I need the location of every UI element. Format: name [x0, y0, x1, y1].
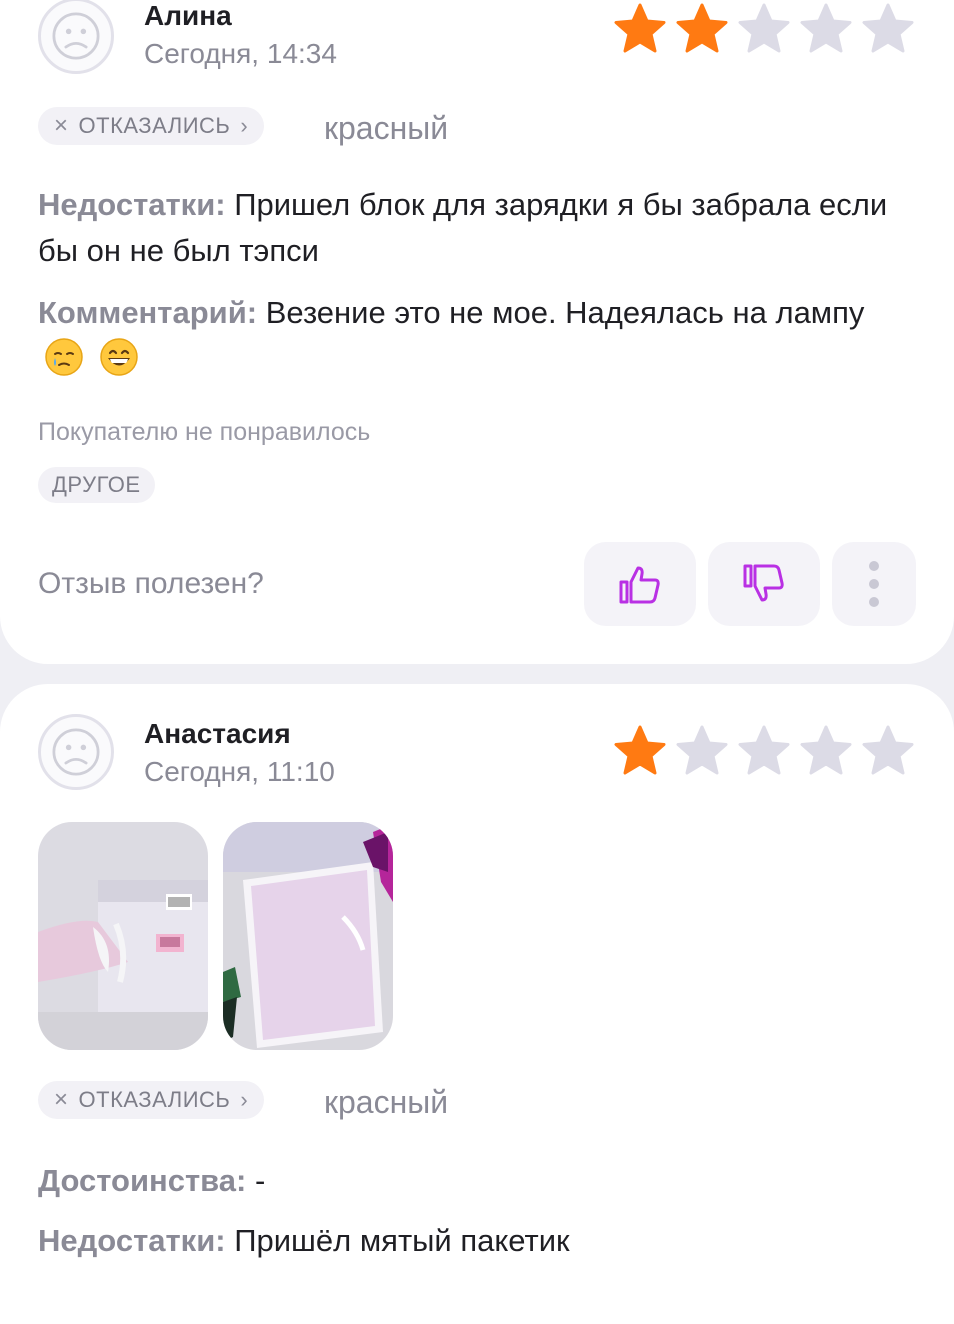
rating-stars	[612, 2, 916, 56]
star-icon	[676, 725, 728, 775]
comment-text: Везение это не мое. Надеялась на лампу	[265, 295, 865, 330]
cons-text: Пришёл мятый пакетик	[234, 1223, 570, 1258]
dislike-button[interactable]	[708, 542, 820, 626]
status-chip[interactable]: × ОТКАЗАЛИСЬ ›	[38, 1081, 265, 1119]
cons-label: Недостатки:	[38, 187, 226, 222]
chevron-right-icon: ›	[240, 1087, 249, 1112]
comment-block: Комментарий: Везение это не мое. Надеяла…	[38, 290, 918, 382]
star-icon	[738, 3, 790, 53]
cons-block: Недостатки: Пришел блок для зарядки я бы…	[38, 182, 918, 274]
like-button[interactable]	[584, 542, 696, 626]
pros-label: Достоинства:	[38, 1163, 247, 1198]
more-vertical-icon	[869, 561, 879, 607]
rating-stars	[612, 724, 916, 778]
thumbs-up-icon	[619, 566, 660, 604]
review-photo[interactable]	[223, 822, 393, 1050]
close-icon: ×	[54, 1086, 69, 1113]
status-label: ОТКАЗАЛИСЬ	[78, 113, 231, 138]
more-options-button[interactable]	[832, 542, 916, 626]
author-name: Алина	[144, 0, 232, 31]
variant-label: красный	[324, 1084, 449, 1120]
user-avatar-icon	[38, 714, 114, 790]
review-card: Алина Сегодня, 14:34 × ОТКАЗАЛИСЬ › крас…	[0, 0, 954, 664]
chevron-right-icon: ›	[240, 113, 249, 138]
close-icon: ×	[54, 112, 69, 139]
review-date: Сегодня, 11:10	[144, 756, 335, 787]
variant-label: красный	[324, 110, 449, 146]
thumbs-down-icon	[743, 564, 784, 602]
disliked-tag: ДРУГОЕ	[38, 467, 155, 503]
cons-label: Недостатки:	[38, 1223, 226, 1258]
pros-text: -	[254, 1163, 266, 1198]
user-avatar-icon	[38, 0, 114, 74]
comment-label: Комментарий:	[38, 295, 258, 330]
status-chip[interactable]: × ОТКАЗАЛИСЬ ›	[38, 107, 265, 145]
star-icon	[614, 3, 666, 53]
author-name: Анастасия	[144, 718, 291, 749]
star-icon	[614, 725, 666, 775]
cons-block: Недостатки: Пришёл мятый пакетик	[38, 1218, 918, 1264]
crying-face-emoji	[45, 338, 83, 376]
disliked-label: Покупателю не понравилось	[38, 418, 371, 446]
status-label: ОТКАЗАЛИСЬ	[78, 1087, 231, 1112]
star-icon	[862, 725, 914, 775]
review-photo[interactable]	[38, 822, 208, 1050]
star-icon	[676, 3, 728, 53]
star-icon	[800, 725, 852, 775]
star-icon	[862, 3, 914, 53]
star-icon	[800, 3, 852, 53]
review-card: Анастасия Сегодня, 11:10 × ОТКАЗАЛИСЬ › …	[0, 684, 954, 1324]
pros-block: Достоинства: -	[38, 1158, 918, 1204]
helpful-question: Отзыв полезен?	[38, 567, 264, 600]
review-date: Сегодня, 14:34	[144, 38, 337, 69]
grinning-face-emoji	[99, 338, 138, 376]
star-icon	[738, 725, 790, 775]
